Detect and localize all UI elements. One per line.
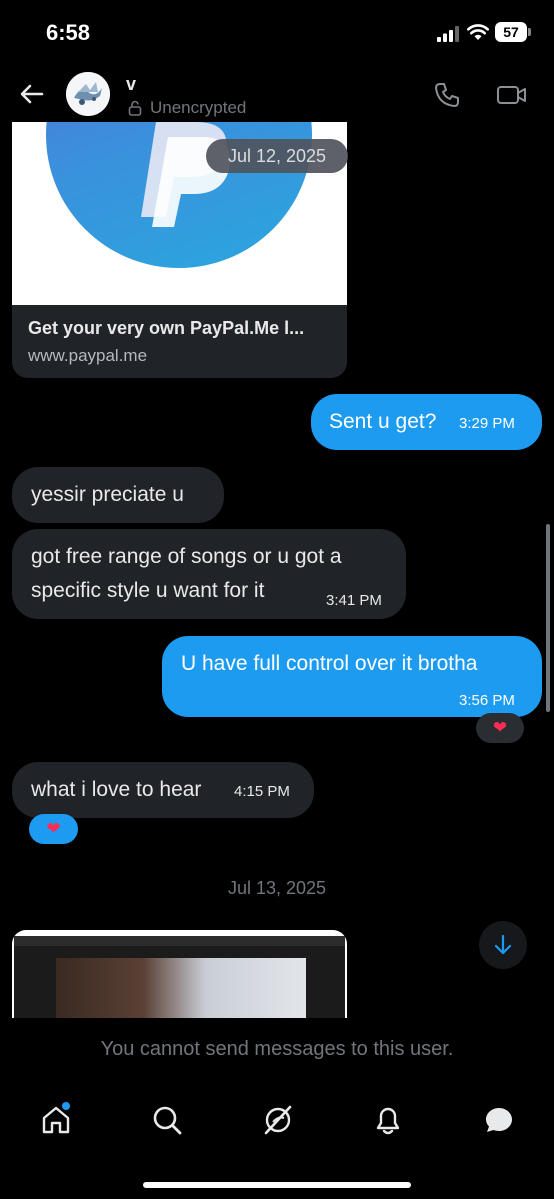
heart-icon: ❤ (492, 718, 508, 737)
outgoing-message[interactable]: U have full control over it brotha 3:56 … (162, 636, 542, 717)
cannot-message-notice: You cannot send messages to this user. (100, 1038, 454, 1060)
message-time: 3:41 PM (326, 592, 382, 609)
incoming-message[interactable]: what i love to hear 4:15 PM (12, 762, 314, 818)
phone-icon[interactable] (433, 81, 461, 109)
tab-bar (0, 1096, 554, 1156)
image-attachment[interactable] (12, 930, 347, 1018)
battery-icon: 57 (495, 22, 531, 42)
link-domain: www.paypal.me (28, 346, 148, 365)
message-time: 4:15 PM (234, 783, 290, 800)
bell-icon[interactable] (372, 1104, 404, 1136)
scrollbar[interactable] (546, 524, 550, 712)
home-notification-dot (62, 1102, 70, 1110)
heart-icon: ❤ (46, 819, 61, 838)
message-text-line: got free range of songs or u got a (31, 545, 342, 568)
attachment-photo (56, 958, 306, 1018)
video-camera-icon[interactable] (496, 81, 528, 109)
messages-icon[interactable] (483, 1104, 515, 1136)
message-time: 3:29 PM (459, 415, 515, 432)
message-text: Sent u get? (329, 410, 437, 433)
back-arrow-icon[interactable] (18, 80, 46, 108)
arrow-down-icon (494, 934, 512, 955)
avatar-image (66, 72, 110, 116)
heart-reaction[interactable]: ❤ (476, 713, 524, 743)
date-overlay: Jul 12, 2025 (206, 139, 348, 173)
home-indicator[interactable] (143, 1182, 411, 1188)
grok-icon[interactable] (262, 1104, 294, 1136)
incoming-message[interactable]: got free range of songs or u got a speci… (12, 529, 406, 619)
message-text: yessir preciate u (31, 483, 184, 506)
unlocked-lock-icon (128, 100, 142, 116)
message-list[interactable]: Get your very own PayPal.Me l... www.pay… (0, 122, 554, 1018)
battery-level: 57 (495, 22, 527, 42)
heart-reaction[interactable]: ❤ (29, 814, 78, 844)
encryption-status: Unencrypted (150, 98, 247, 117)
avatar[interactable] (66, 72, 110, 116)
contact-name[interactable]: v (126, 74, 136, 95)
wifi-icon (467, 24, 489, 40)
screenshot-toolbar (14, 936, 345, 946)
outgoing-message[interactable]: Sent u get? 3:29 PM (311, 394, 542, 450)
message-text: what i love to hear (31, 778, 202, 801)
incoming-message[interactable]: yessir preciate u (12, 467, 224, 523)
status-bar: 6:58 57 (0, 0, 554, 62)
status-time: 6:58 (46, 20, 91, 45)
scroll-to-bottom-button[interactable] (479, 921, 527, 969)
link-title: Get your very own PayPal.Me l... (28, 318, 305, 338)
conversation-header: v Unencrypted (0, 62, 554, 122)
message-text: U have full control over it brotha (181, 652, 478, 675)
date-separator: Jul 13, 2025 (227, 878, 327, 898)
search-icon[interactable] (151, 1104, 183, 1136)
cellular-signal-icon (437, 26, 459, 42)
